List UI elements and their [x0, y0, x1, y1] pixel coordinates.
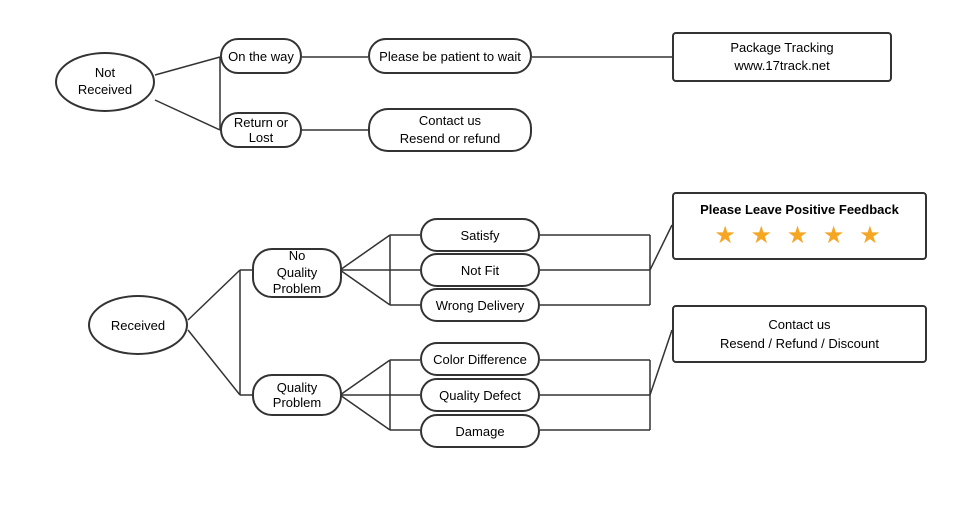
- wrong-delivery-node: Wrong Delivery: [420, 288, 540, 322]
- color-difference-node: Color Difference: [420, 342, 540, 376]
- on-the-way-node: On the way: [220, 38, 302, 74]
- quality-defect-node: Quality Defect: [420, 378, 540, 412]
- feedback-title: Please Leave Positive Feedback: [700, 202, 899, 217]
- contact-resend-refund-discount-node: Contact us Resend / Refund / Discount: [672, 305, 927, 363]
- contact-resend-refund-node: Contact us Resend or refund: [368, 108, 532, 152]
- package-tracking-node: Package Tracking www.17track.net: [672, 32, 892, 82]
- no-quality-problem-node: No Quality Problem: [252, 248, 342, 298]
- damage-node: Damage: [420, 414, 540, 448]
- not-fit-node: Not Fit: [420, 253, 540, 287]
- please-patient-node: Please be patient to wait: [368, 38, 532, 74]
- not-received-node: Not Received: [55, 52, 155, 112]
- received-node: Received: [88, 295, 188, 355]
- stars: ★ ★ ★ ★ ★: [714, 221, 884, 250]
- feedback-box: Please Leave Positive Feedback ★ ★ ★ ★ ★: [672, 192, 927, 260]
- satisfy-node: Satisfy: [420, 218, 540, 252]
- quality-problem-node: Quality Problem: [252, 374, 342, 416]
- return-lost-node: Return or Lost: [220, 112, 302, 148]
